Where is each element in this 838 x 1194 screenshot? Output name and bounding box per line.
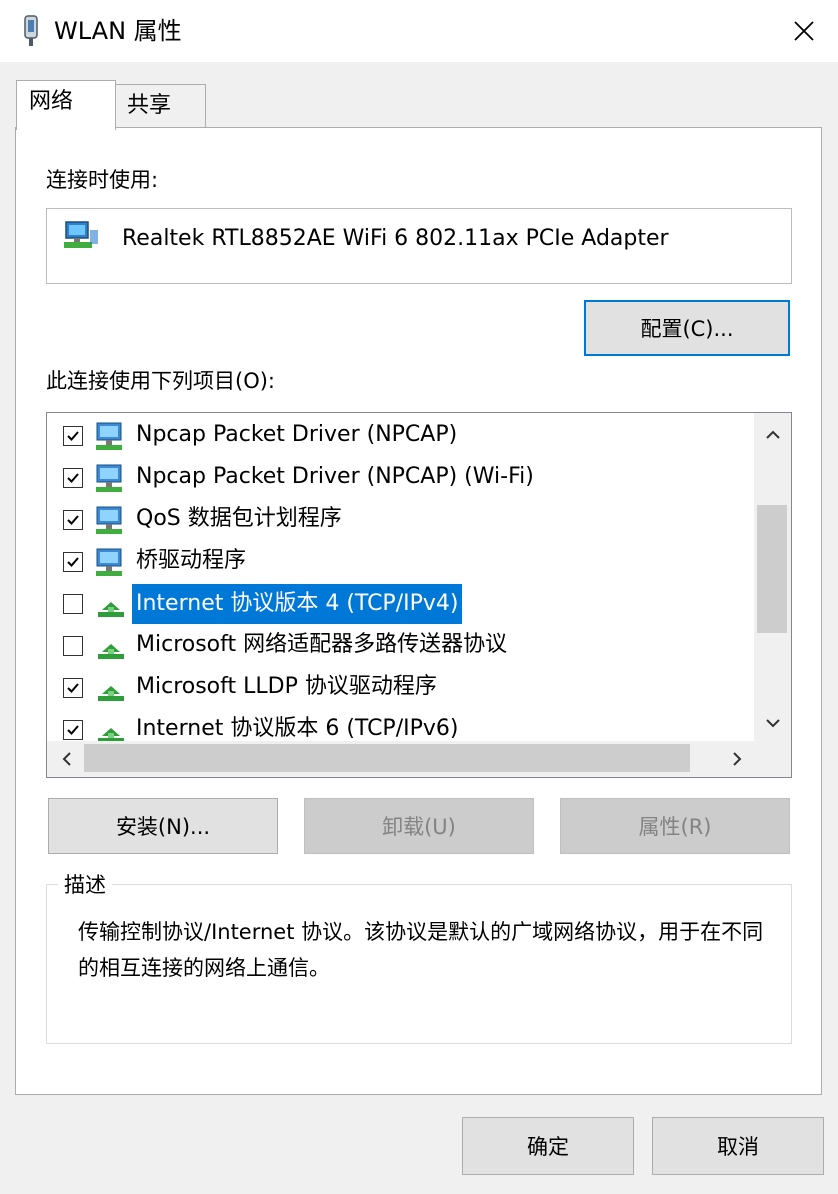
cancel-button[interactable]: 取消: [652, 1117, 824, 1175]
protocol-icon: [94, 630, 128, 664]
network-service-icon: [94, 462, 128, 496]
tab-sharing[interactable]: 共享: [114, 84, 206, 128]
item-label: Npcap Packet Driver (NPCAP) (Wi-Fi): [136, 464, 534, 489]
network-adapter-icon: [64, 220, 98, 252]
adapter-name: Realtek RTL8852AE WiFi 6 802.11ax PCIe A…: [122, 226, 669, 251]
vertical-scroll-thumb[interactable]: [757, 505, 787, 633]
list-item-selected[interactable]: Internet 协议版本 4 (TCP/IPv4): [48, 584, 754, 626]
item-checkbox[interactable]: [63, 552, 83, 572]
protocol-icon: [94, 672, 128, 706]
list-item[interactable]: Internet 协议版本 6 (TCP/IPv6): [48, 710, 754, 741]
scroll-up-button[interactable]: [754, 420, 791, 450]
chevron-right-icon: [733, 752, 742, 766]
configure-button[interactable]: 配置(C)...: [584, 300, 790, 356]
tab-network-label: 网络: [29, 89, 74, 114]
scroll-down-button[interactable]: [754, 708, 791, 738]
item-checkbox[interactable]: [63, 468, 83, 488]
chevron-left-icon: [62, 752, 71, 766]
item-checkbox[interactable]: [63, 510, 83, 530]
item-checkbox[interactable]: [63, 678, 83, 698]
network-service-icon: [94, 420, 128, 454]
network-service-icon: [94, 546, 128, 580]
item-label: Npcap Packet Driver (NPCAP): [136, 422, 458, 447]
item-label: Microsoft 网络适配器多路传送器协议: [136, 632, 508, 657]
item-checkbox[interactable]: [63, 636, 83, 656]
list-item[interactable]: 桥驱动程序: [48, 542, 754, 584]
item-label: Internet 协议版本 4 (TCP/IPv4): [132, 584, 463, 624]
list-item[interactable]: Microsoft 网络适配器多路传送器协议: [48, 626, 754, 668]
item-label: Internet 协议版本 6 (TCP/IPv6): [136, 716, 459, 741]
wlan-adapter-icon: [20, 14, 42, 48]
description-text: 传输控制协议/Internet 协议。该协议是默认的广域网络协议，用于在不同的相…: [78, 920, 764, 980]
item-checkbox[interactable]: [63, 594, 83, 614]
ok-button[interactable]: 确定: [462, 1117, 634, 1175]
title-bar: WLAN 属性: [0, 0, 838, 62]
network-service-icon: [94, 504, 128, 538]
connect-using-label: 连接时使用:: [46, 168, 159, 192]
item-label: 桥驱动程序: [136, 548, 247, 573]
scroll-left-button[interactable]: [50, 741, 84, 777]
protocol-icon: [94, 714, 128, 741]
list-item[interactable]: Microsoft LLDP 协议驱动程序: [48, 668, 754, 710]
properties-button[interactable]: 属性(R): [560, 798, 790, 854]
components-label: 此连接使用下列项目(O):: [46, 369, 275, 393]
horizontal-scroll-thumb[interactable]: [84, 744, 690, 772]
item-label: QoS 数据包计划程序: [136, 506, 342, 531]
uninstall-button[interactable]: 卸载(U): [304, 798, 534, 854]
window-title: WLAN 属性: [54, 17, 182, 45]
tab-network[interactable]: 网络: [16, 80, 116, 130]
item-checkbox[interactable]: [63, 426, 83, 446]
item-checkbox[interactable]: [63, 720, 83, 740]
scrollbar-corner: [754, 741, 791, 777]
install-button[interactable]: 安装(N)...: [48, 798, 278, 854]
close-button[interactable]: [776, 8, 832, 54]
list-item[interactable]: Npcap Packet Driver (NPCAP) (Wi-Fi): [48, 458, 754, 500]
tab-sharing-label: 共享: [127, 93, 172, 118]
item-label: Microsoft LLDP 协议驱动程序: [136, 674, 437, 699]
protocol-icon: [94, 588, 128, 622]
chevron-down-icon: [765, 719, 780, 728]
list-item[interactable]: Npcap Packet Driver (NPCAP): [48, 416, 754, 458]
list-item[interactable]: QoS 数据包计划程序: [48, 500, 754, 542]
close-icon: [794, 21, 814, 41]
description-legend: 描述: [58, 870, 112, 900]
scroll-right-button[interactable]: [720, 741, 754, 777]
chevron-up-icon: [765, 430, 780, 439]
